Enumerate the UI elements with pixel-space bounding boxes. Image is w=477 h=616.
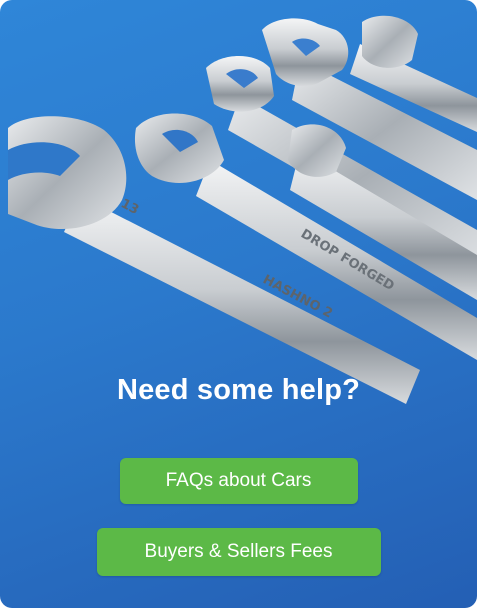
buyers-sellers-fees-button[interactable]: Buyers & Sellers Fees <box>96 528 381 576</box>
help-headline: Need some help? <box>116 374 361 406</box>
help-card: DROP FORGED 13 HASHNO 2 Need some help? … <box>0 0 477 608</box>
faq-cars-button[interactable]: FAQs about Cars <box>119 458 358 504</box>
wrenches-image: DROP FORGED 13 HASHNO 2 <box>8 15 477 404</box>
